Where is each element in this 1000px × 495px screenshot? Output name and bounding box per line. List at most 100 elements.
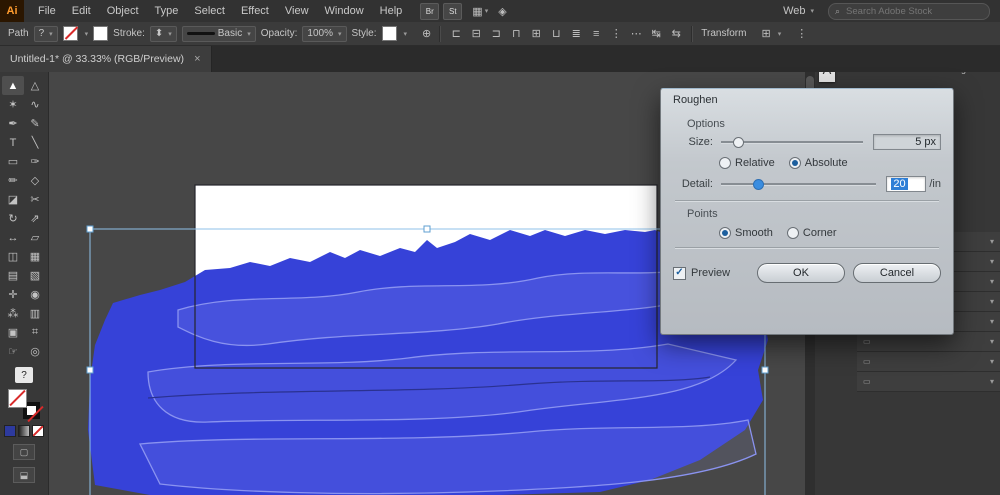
document-tab[interactable]: Untitled-1* @ 33.33% (RGB/Preview) ×	[0, 46, 212, 72]
help-tool[interactable]: ?	[15, 367, 33, 383]
distribute-space-v-icon[interactable]: ⋮	[609, 27, 623, 40]
panel-row[interactable]: ▭▾	[857, 372, 1000, 392]
menu-file[interactable]: File	[30, 0, 64, 22]
magic-wand-tool[interactable]: ✶	[2, 95, 24, 114]
chevron-down-icon[interactable]: ▾	[990, 257, 994, 266]
stock-button[interactable]: St	[443, 3, 462, 20]
relative-radio[interactable]: Relative	[719, 157, 775, 169]
cancel-button[interactable]: Cancel	[853, 263, 941, 283]
hand-tool[interactable]: ☞	[2, 342, 24, 361]
perspective-grid-tool[interactable]: ▦	[24, 247, 46, 266]
preview-checkbox[interactable]: ✓ Preview	[673, 267, 730, 280]
type-tool[interactable]: T	[2, 133, 24, 152]
gradient-tool[interactable]: ▧	[24, 266, 46, 285]
align-bottom-icon[interactable]: ⊔	[549, 27, 563, 40]
shape-builder-tool[interactable]: ◫	[2, 247, 24, 266]
blend-tool[interactable]: ◉	[24, 285, 46, 304]
detail-slider-knob[interactable]	[753, 179, 764, 190]
color-button[interactable]	[4, 425, 16, 437]
menu-help[interactable]: Help	[372, 0, 411, 22]
share-icon[interactable]: ◈	[498, 5, 506, 18]
symbol-sprayer-tool[interactable]: ⁂	[2, 304, 24, 323]
smooth-radio[interactable]: Smooth	[719, 227, 773, 239]
distribute-vertical-icon[interactable]: ≣	[569, 27, 583, 40]
menu-object[interactable]: Object	[99, 0, 147, 22]
scissors-tool[interactable]: ✂	[24, 190, 46, 209]
transform-grid-icon[interactable]: ⊞	[761, 27, 770, 40]
chevron-down-icon[interactable]: ▾	[990, 277, 994, 286]
align-center-icon[interactable]: ⊟	[469, 27, 483, 40]
detail-slider[interactable]	[719, 178, 878, 190]
chevron-down-icon[interactable]: ▾	[990, 357, 994, 366]
column-graph-tool[interactable]: ▥	[24, 304, 46, 323]
size-slider-knob[interactable]	[733, 137, 744, 148]
chevron-down-icon[interactable]: ▾	[990, 317, 994, 326]
width-tool[interactable]: ↔	[2, 228, 24, 247]
detail-input[interactable]: 20	[886, 176, 926, 192]
paintbrush-tool[interactable]: ✑	[24, 152, 46, 171]
menu-type[interactable]: Type	[147, 0, 187, 22]
opacity-field[interactable]: 100% ▾	[302, 26, 346, 42]
panel-row[interactable]: ▭▾	[857, 332, 1000, 352]
eraser-tool[interactable]: ◪	[2, 190, 24, 209]
draw-mode-button[interactable]: ▢	[13, 444, 35, 460]
align-right-icon[interactable]: ⊐	[489, 27, 503, 40]
stock-search[interactable]: ⌕	[828, 3, 990, 20]
workspace-switcher[interactable]: Web ▾	[783, 5, 814, 17]
panel-row[interactable]: ▭▾	[857, 352, 1000, 372]
size-slider[interactable]	[719, 136, 865, 148]
selection-tool[interactable]: ▲	[2, 76, 24, 95]
align-middle-icon[interactable]: ⊞	[529, 27, 543, 40]
slice-tool[interactable]: ⌗	[24, 323, 46, 342]
style-swatch[interactable]	[382, 26, 397, 41]
menu-select[interactable]: Select	[186, 0, 233, 22]
menu-edit[interactable]: Edit	[64, 0, 99, 22]
stroke-color-swatch[interactable]	[93, 26, 108, 41]
free-transform-tool[interactable]: ▱	[24, 228, 46, 247]
gradient-button[interactable]	[18, 425, 30, 437]
pen-tool[interactable]: ✒	[2, 114, 24, 133]
menu-effect[interactable]: Effect	[233, 0, 277, 22]
bridge-button[interactable]: Br	[420, 3, 439, 20]
align-top-icon[interactable]: ⊓	[509, 27, 523, 40]
transform-label[interactable]: Transform	[701, 28, 746, 39]
chevron-down-icon[interactable]: ▾	[990, 337, 994, 346]
lasso-tool[interactable]: ∿	[24, 95, 46, 114]
screen-mode-button[interactable]: ⬓	[13, 467, 35, 483]
spacing-icon[interactable]: ↹	[649, 27, 663, 40]
zoom-tool[interactable]: ◎	[24, 342, 46, 361]
scale-tool[interactable]: ⇗	[24, 209, 46, 228]
distribute-horizontal-icon[interactable]: ≡	[589, 28, 603, 40]
artboard-tool[interactable]: ▣	[2, 323, 24, 342]
corner-radio[interactable]: Corner	[787, 227, 837, 239]
document-setup-icon[interactable]: ⊕	[422, 27, 431, 40]
direct-selection-tool[interactable]: △	[24, 76, 46, 95]
rotate-tool[interactable]: ↻	[2, 209, 24, 228]
align-left-icon[interactable]: ⊏	[449, 27, 463, 40]
eyedropper-tool[interactable]: ✛	[2, 285, 24, 304]
brush-dropdown[interactable]: Basic ▾	[182, 26, 256, 42]
fill-color-swatch[interactable]	[63, 26, 78, 41]
layout-icon[interactable]: ▦	[472, 5, 482, 18]
close-icon[interactable]: ×	[194, 53, 200, 65]
chevron-down-icon[interactable]: ▾	[990, 297, 994, 306]
chevron-down-icon[interactable]: ▾	[990, 237, 994, 246]
menu-view[interactable]: View	[277, 0, 317, 22]
fill-stroke-widget[interactable]	[8, 389, 40, 419]
swap-icon[interactable]: ⇆	[669, 27, 683, 40]
curvature-tool[interactable]: ✎	[24, 114, 46, 133]
mesh-tool[interactable]: ▤	[2, 266, 24, 285]
anchor-widget[interactable]: ? ▾	[34, 26, 58, 42]
rectangle-tool[interactable]: ▭	[2, 152, 24, 171]
fill-swatch[interactable]	[8, 389, 27, 408]
none-button[interactable]	[32, 425, 44, 437]
stroke-weight-stepper[interactable]: ⬍▾	[150, 26, 177, 42]
absolute-radio[interactable]: Absolute	[789, 157, 848, 169]
menu-window[interactable]: Window	[317, 0, 372, 22]
more-options-icon[interactable]: ⋮	[796, 27, 807, 40]
chevron-down-icon[interactable]: ▾	[990, 377, 994, 386]
size-input[interactable]: 5 px	[873, 134, 941, 150]
shaper-tool[interactable]: ◇	[24, 171, 46, 190]
ok-button[interactable]: OK	[757, 263, 845, 283]
line-segment-tool[interactable]: ╲	[24, 133, 46, 152]
